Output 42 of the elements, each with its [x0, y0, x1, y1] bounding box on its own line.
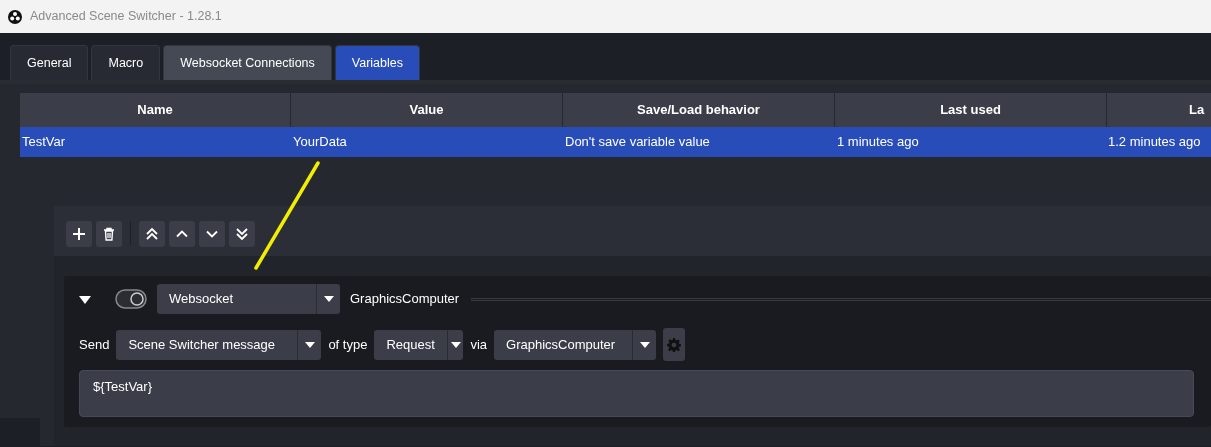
caret-down-icon — [323, 296, 334, 302]
caret-down-icon — [639, 341, 650, 348]
tab[interactable]: Macro — [91, 45, 161, 80]
action-title: GraphicsComputer — [350, 290, 460, 309]
column-header[interactable]: Name — [20, 93, 290, 127]
window-title: Advanced Scene Switcher - 1.28.1 — [30, 8, 222, 26]
chevron-up-button[interactable] — [169, 221, 195, 247]
column-header[interactable]: Save/Load behavior — [563, 93, 834, 127]
trash-button[interactable] — [96, 221, 122, 247]
double-chevron-up-button[interactable] — [139, 221, 165, 247]
chevron-down-button[interactable] — [199, 221, 225, 247]
column-header[interactable]: Last used — [835, 93, 1106, 127]
add-button[interactable] — [66, 221, 92, 247]
double-chevron-down-button[interactable] — [229, 221, 255, 247]
toggle-switch[interactable] — [115, 288, 147, 310]
column-header[interactable]: La — [1107, 93, 1211, 127]
connection-dropdown[interactable]: GraphicsComputer — [494, 329, 657, 360]
table-cell-text: 1 minutes ago — [836, 133, 920, 152]
app-logo-icon — [8, 9, 22, 24]
caret-down-icon — [450, 341, 461, 348]
caret-down-icon — [304, 341, 315, 348]
table-row[interactable]: TestVar YourData Don't save variable value 1 minutes ago 1.2 minutes ago — [20, 127, 1211, 157]
column-header[interactable]: Value — [291, 93, 562, 127]
settings-icon — [667, 337, 682, 352]
table-cell-text: YourData — [292, 133, 348, 152]
label-text: Send — [79, 335, 110, 354]
table-cell-text: TestVar — [21, 133, 67, 152]
trash-icon — [101, 226, 117, 242]
label-text: via — [470, 335, 488, 354]
message-kind-dropdown[interactable]: Scene Switcher message — [116, 329, 322, 360]
add-icon — [71, 226, 87, 242]
action-type-dropdown[interactable]: Websocket — [157, 284, 340, 314]
label-text: of type — [328, 335, 368, 354]
table-cell-text: 1.2 minutes ago — [1107, 133, 1202, 152]
request-type-dropdown[interactable]: Request — [374, 329, 464, 360]
tab[interactable]: Websocket Connections — [163, 45, 332, 80]
tab[interactable]: General — [10, 45, 89, 80]
message-text-area[interactable]: ${TestVar} — [79, 370, 1194, 417]
table-cell-text: Don't save variable value — [564, 133, 711, 152]
double-chevron-down-icon — [234, 226, 250, 242]
double-chevron-up-icon — [144, 226, 160, 242]
tab[interactable]: Variables — [334, 45, 420, 80]
